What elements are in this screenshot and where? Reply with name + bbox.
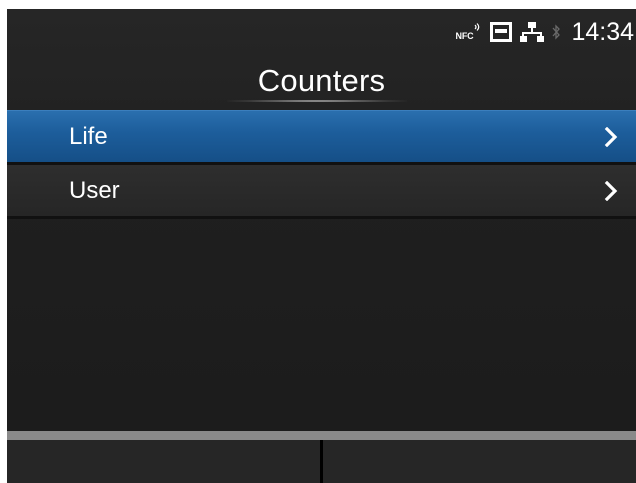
menu-list: Life User [7,110,636,219]
network-icon [520,22,545,42]
menu-item-life[interactable]: Life [7,110,636,165]
menu-item-user[interactable]: User [7,165,636,219]
chevron-right-icon [604,181,618,201]
softkey-right[interactable] [323,440,636,483]
softkey-bar [7,440,636,483]
clock: 14:34 [571,17,634,46]
page-title: Counters [257,63,386,98]
footer-divider [7,431,636,440]
bluetooth-icon [552,24,561,40]
status-bar: NFC 14:34 [456,9,636,55]
printer-screen: NFC 14:34 Counters Life User [7,9,636,483]
title-underline [227,100,407,102]
nfc-label: NFC [455,31,474,41]
softkey-left[interactable] [7,440,320,483]
nfc-icon: NFC [456,22,483,42]
nfc-waves-icon [474,23,480,31]
chevron-right-icon [604,127,618,147]
menu-item-label: Life [69,122,108,150]
menu-item-label: User [69,176,120,204]
sd-card-icon [490,22,513,42]
